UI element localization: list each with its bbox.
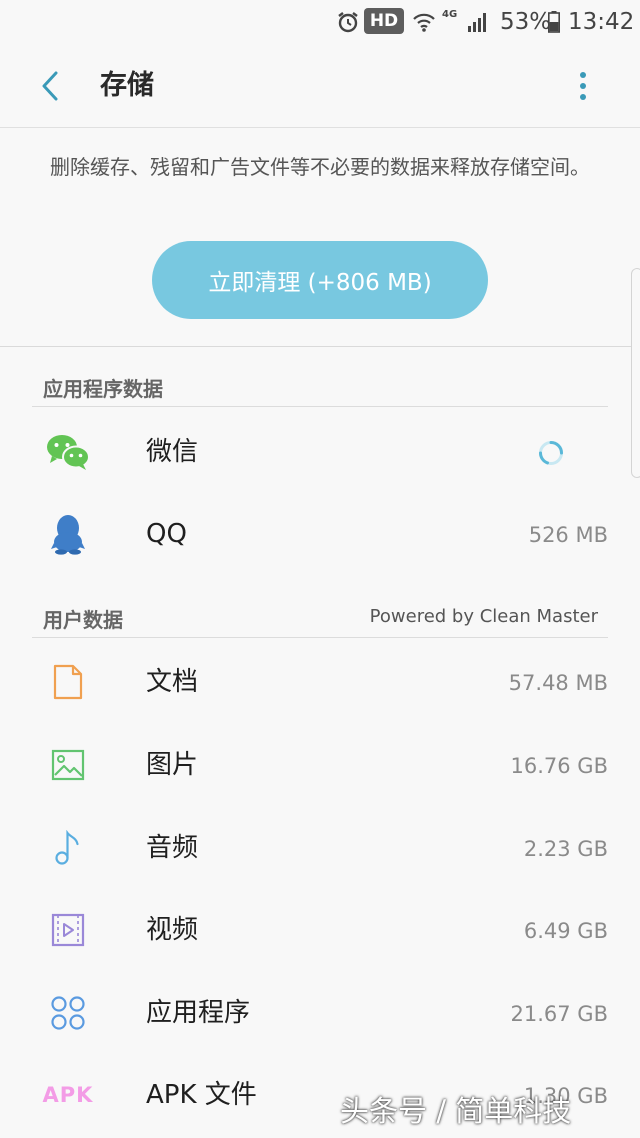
user-data-section-header: 用户数据 Powered by Clean Master — [32, 598, 608, 638]
wechat-icon — [42, 424, 94, 480]
page-title: 存储 — [100, 70, 154, 101]
list-item-qq[interactable]: QQ 526 MB — [0, 494, 640, 576]
list-item-label: 微信 — [146, 437, 199, 467]
powered-by-label: Powered by Clean Master — [369, 606, 598, 627]
video-icon — [42, 902, 94, 958]
app-data-section-header: 应用程序数据 — [32, 367, 608, 407]
more-options-button[interactable] — [566, 66, 600, 106]
battery-percent: 53% — [500, 9, 552, 35]
status-bar: HD 4G 53% 13:42 — [0, 0, 640, 44]
signal-icon — [466, 0, 492, 44]
clock: 13:42 — [568, 9, 635, 35]
list-item-size: 526 MB — [528, 523, 608, 547]
list-item-label: 应用程序 — [146, 998, 251, 1028]
list-item-documents[interactable]: 文档 57.48 MB — [0, 642, 640, 724]
list-item-label: QQ — [146, 519, 187, 549]
storage-description: 删除缓存、残留和广告文件等不必要的数据来释放存储空间。 — [50, 155, 590, 179]
list-item-images[interactable]: 图片 16.76 GB — [0, 725, 640, 807]
list-item-label: 视频 — [146, 915, 199, 945]
hd-voice-badge: HD — [364, 8, 404, 34]
image-icon — [42, 737, 94, 793]
wifi-icon — [412, 0, 438, 44]
list-item-video[interactable]: 视频 6.49 GB — [0, 890, 640, 972]
section-title: 应用程序数据 — [43, 377, 163, 401]
list-item-size: 16.76 GB — [510, 754, 608, 778]
document-icon — [42, 654, 94, 710]
list-item-applications[interactable]: 应用程序 21.67 GB — [0, 973, 640, 1055]
list-item-label: 音频 — [146, 833, 199, 863]
alarm-icon — [336, 0, 362, 44]
list-item-wechat[interactable]: 微信 — [0, 412, 640, 494]
network-type: 4G — [442, 8, 458, 20]
clean-now-button[interactable]: 立即清理 (+806 MB) — [152, 241, 488, 319]
loading-spinner-icon — [538, 440, 564, 466]
back-button[interactable] — [30, 66, 70, 106]
qq-penguin-icon — [42, 506, 94, 562]
back-arrow-icon — [42, 71, 58, 101]
list-item-size: 21.67 GB — [510, 1002, 608, 1026]
list-item-audio[interactable]: 音频 2.23 GB — [0, 808, 640, 890]
apps-grid-icon — [42, 985, 94, 1041]
list-item-label: 文档 — [146, 667, 199, 697]
divider — [0, 346, 640, 347]
watermark: 头条号 / 简单科技 — [340, 1094, 572, 1128]
list-item-label: APK 文件 — [146, 1080, 257, 1110]
music-note-icon — [42, 820, 94, 876]
list-item-label: 图片 — [146, 750, 199, 780]
app-bar: 存储 — [0, 44, 640, 128]
apk-icon: APK — [42, 1083, 94, 1107]
list-item-size: 6.49 GB — [523, 919, 608, 943]
more-vert-icon — [580, 72, 586, 100]
battery-icon — [548, 0, 562, 44]
list-item-size: 2.23 GB — [523, 837, 608, 861]
list-item-size: 57.48 MB — [508, 671, 608, 695]
section-title: 用户数据 — [43, 608, 123, 632]
